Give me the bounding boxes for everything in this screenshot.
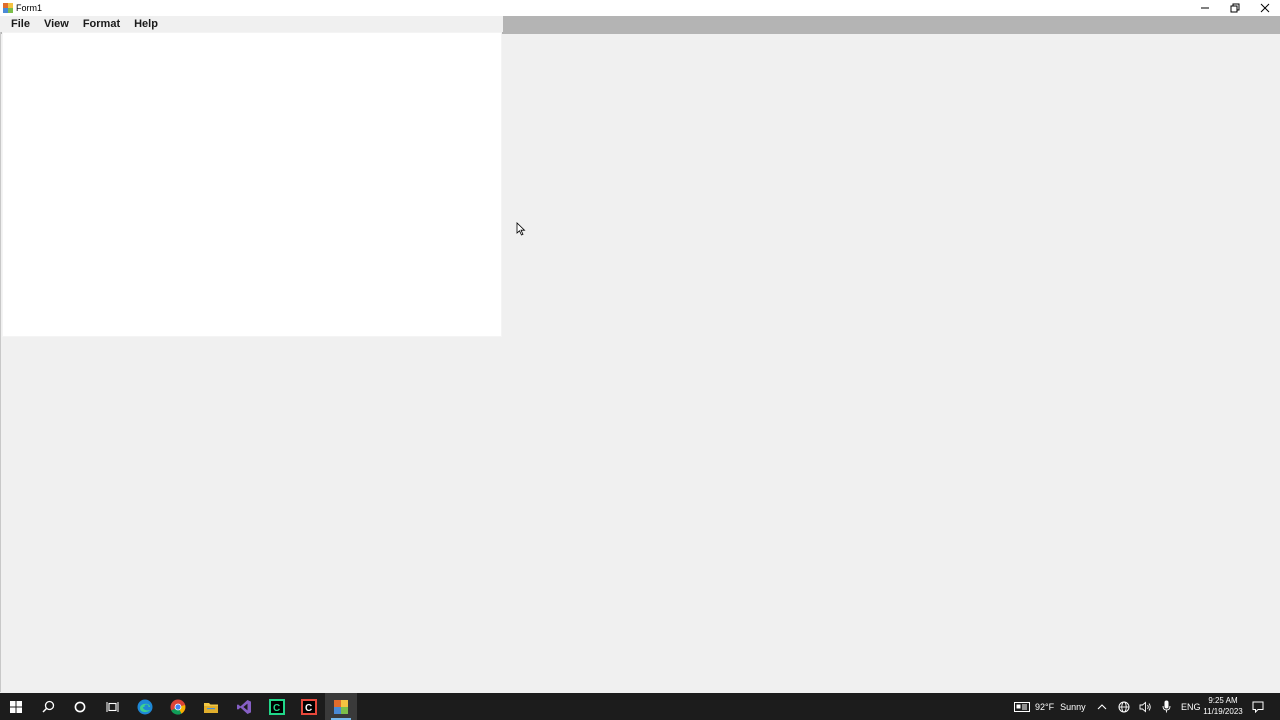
clion-icon: C <box>269 698 285 715</box>
mouse-cursor-icon <box>516 222 526 236</box>
speaker-icon <box>1139 701 1151 712</box>
clock-time: 9:25 AM <box>1208 696 1238 705</box>
microphone-button[interactable] <box>1162 693 1171 720</box>
weather-news-icon <box>1014 701 1030 712</box>
title-bar: Form1 <box>0 0 1280 16</box>
cortana-icon <box>74 701 86 712</box>
clock-date: 11/19/2023 <box>1203 707 1243 716</box>
window-controls <box>1190 0 1280 16</box>
menu-view[interactable]: View <box>37 16 76 32</box>
svg-text:C: C <box>305 703 312 714</box>
form-app-icon <box>334 699 348 714</box>
restore-icon <box>1230 3 1240 13</box>
taskbar-file-explorer[interactable] <box>195 693 227 720</box>
edge-icon <box>137 699 153 714</box>
network-globe-icon <box>1118 701 1130 712</box>
network-button[interactable] <box>1118 693 1130 720</box>
start-icon <box>10 700 22 713</box>
file-explorer-icon <box>204 702 218 713</box>
close-icon <box>1260 3 1270 13</box>
menu-bar: File View Format Help <box>0 16 503 32</box>
task-view-button[interactable] <box>96 693 128 720</box>
taskbar-chrome[interactable] <box>162 693 194 720</box>
menu-file[interactable]: File <box>0 16 37 32</box>
chrome-icon <box>170 699 186 715</box>
app-icon[interactable] <box>3 3 13 13</box>
taskbar-form-app[interactable] <box>325 693 357 720</box>
notification-center-button[interactable] <box>1252 693 1264 720</box>
weather-temperature: 92°F <box>1035 701 1055 712</box>
window-border <box>0 32 1 692</box>
start-button[interactable] <box>0 693 32 720</box>
task-view-icon <box>106 701 118 712</box>
svg-text:C: C <box>273 703 280 714</box>
menu-format[interactable]: Format <box>76 16 127 32</box>
volume-button[interactable] <box>1139 693 1152 720</box>
close-button[interactable] <box>1250 0 1280 16</box>
codeblocks-icon: C <box>301 698 317 715</box>
taskbar-edge[interactable] <box>129 693 161 720</box>
window-title: Form1 <box>16 3 43 13</box>
notification-icon <box>1252 701 1264 713</box>
taskbar-c-app[interactable]: C <box>293 693 325 720</box>
visual-studio-icon <box>237 699 251 714</box>
taskbar-visual-studio[interactable] <box>228 693 260 720</box>
search-icon <box>41 700 54 713</box>
taskbar: C C 92°F Sunny ENG 9:25 AM 11/19/2023 <box>0 693 1280 720</box>
cortana-button[interactable] <box>64 693 96 720</box>
chevron-up-icon <box>1097 703 1107 709</box>
search-button[interactable] <box>32 693 64 720</box>
minimize-button[interactable] <box>1190 0 1220 16</box>
microphone-icon <box>1162 700 1171 713</box>
weather-widget[interactable]: 92°F Sunny <box>1014 693 1086 720</box>
show-hidden-icons-button[interactable] <box>1097 693 1107 720</box>
taskbar-clion[interactable]: C <box>261 693 293 720</box>
system-clock[interactable]: 9:25 AM 11/19/2023 <box>1196 695 1250 717</box>
menu-help[interactable]: Help <box>127 16 165 32</box>
text-editor-area[interactable] <box>2 32 502 337</box>
weather-condition: Sunny <box>1060 701 1086 712</box>
restore-button[interactable] <box>1220 0 1250 16</box>
minimize-icon <box>1201 7 1209 9</box>
